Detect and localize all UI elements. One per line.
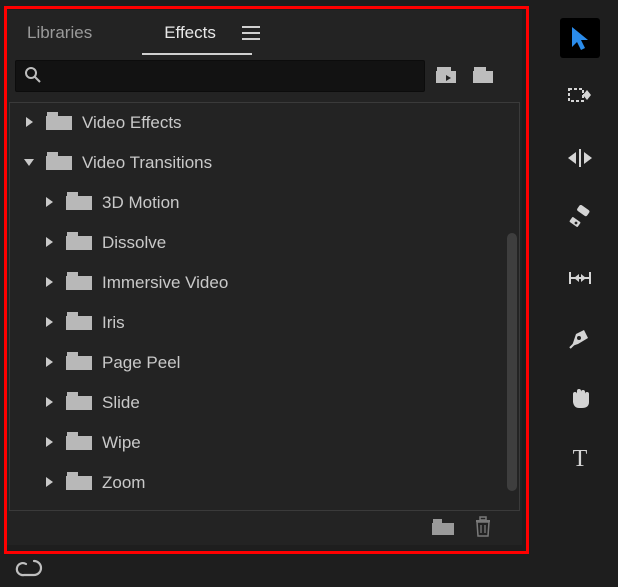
pen-tool[interactable] [560,318,600,358]
tree-item[interactable]: Zoom [10,463,519,503]
selection-tool[interactable] [560,18,600,58]
svg-text:T: T [573,446,588,470]
folder-icon [46,111,72,136]
effects-panel: Libraries Effects V [7,10,522,545]
new-bin-icon[interactable] [432,518,454,539]
razor-tool[interactable] [560,198,600,238]
tree-item[interactable]: Dissolve [10,223,519,263]
panel-menu-icon[interactable] [242,24,260,43]
chevron-right-icon[interactable] [40,236,58,251]
chevron-right-icon[interactable] [20,116,38,131]
tree-item[interactable]: Slide [10,383,519,423]
ripple-edit-tool[interactable] [560,138,600,178]
search-icon [24,66,42,87]
panel-bottom-bar [7,511,522,545]
chevron-right-icon[interactable] [40,396,58,411]
track-select-tool[interactable] [560,78,600,118]
folder-icon [66,231,92,256]
tree-item-label: Page Peel [102,353,180,373]
folder-icon [46,151,72,176]
creative-cloud-icon [14,558,44,581]
tools-toolbar: T [556,18,604,478]
tree-item-label: Iris [102,313,125,333]
effects-tree: Video Effects Video Transitions 3D Motion D… [9,102,520,511]
filter-icons [435,65,495,88]
search-input[interactable] [15,60,425,92]
chevron-right-icon[interactable] [40,476,58,491]
tree-item[interactable]: 3D Motion [10,183,519,223]
trash-icon[interactable] [474,516,492,541]
tree-item[interactable]: Page Peel [10,343,519,383]
scrollbar-thumb[interactable] [507,233,517,491]
tree-item-label: Wipe [102,433,141,453]
preset-bin-icon[interactable] [435,65,459,88]
tree-item[interactable]: Iris [10,303,519,343]
tree-item[interactable]: Video Transitions [10,143,519,183]
tree-item[interactable]: Wipe [10,423,519,463]
filter-icon-2[interactable] [473,65,495,88]
search-field[interactable] [48,67,416,85]
panel-tab-bar: Libraries Effects [7,10,522,56]
tree-item-label: Video Transitions [82,153,212,173]
chevron-right-icon[interactable] [40,196,58,211]
tree-item-label: Immersive Video [102,273,228,293]
chevron-right-icon[interactable] [40,316,58,331]
slip-tool[interactable] [560,258,600,298]
folder-icon [66,471,92,496]
tree-item[interactable]: Immersive Video [10,263,519,303]
folder-icon [66,271,92,296]
tree-item-label: Dissolve [102,233,166,253]
folder-icon [66,431,92,456]
tree-item[interactable]: Video Effects [10,103,519,143]
folder-icon [66,391,92,416]
tree-item-label: Video Effects [82,113,182,133]
chevron-right-icon[interactable] [40,356,58,371]
tree-item-label: Zoom [102,473,145,493]
tab-libraries[interactable]: Libraries [21,23,98,43]
tree-item-label: Slide [102,393,140,413]
search-row [7,56,522,102]
tab-effects[interactable]: Effects [158,23,222,43]
chevron-down-icon[interactable] [20,156,38,171]
chevron-right-icon[interactable] [40,276,58,291]
chevron-right-icon[interactable] [40,436,58,451]
folder-icon [66,311,92,336]
hand-tool[interactable] [560,378,600,418]
tree-item-label: 3D Motion [102,193,179,213]
type-tool[interactable]: T [560,438,600,478]
folder-icon [66,191,92,216]
folder-icon [66,351,92,376]
